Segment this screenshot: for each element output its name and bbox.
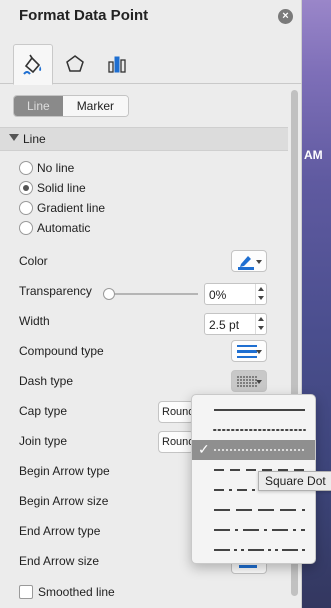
color-label: Color bbox=[19, 254, 48, 268]
dash-option-long-dash-dot-dot[interactable] bbox=[192, 540, 315, 560]
dash-type-label: Dash type bbox=[19, 374, 74, 388]
arrow-down-icon[interactable] bbox=[258, 326, 264, 330]
radio-dot bbox=[19, 201, 33, 215]
end-arrow-type-label: End Arrow type bbox=[19, 524, 101, 538]
arrow-up-icon[interactable] bbox=[258, 287, 264, 291]
transparency-slider-thumb[interactable] bbox=[103, 288, 115, 300]
join-type-label: Join type bbox=[19, 434, 68, 448]
radio-dot-selected bbox=[19, 181, 33, 195]
chevron-down-icon bbox=[256, 380, 262, 384]
radio-no-line[interactable]: No line bbox=[19, 161, 74, 175]
cap-type-select[interactable]: Round bbox=[158, 401, 194, 423]
chevron-down-icon bbox=[256, 350, 262, 354]
transparency-stepper[interactable]: 0% bbox=[204, 283, 267, 305]
checkmark-icon: ✓ bbox=[198, 441, 210, 457]
fill-line-icon[interactable] bbox=[13, 44, 53, 85]
width-stepper[interactable]: 2.5 pt bbox=[204, 313, 267, 335]
arrow-up-icon[interactable] bbox=[258, 317, 264, 321]
end-arrow-size-label: End Arrow size bbox=[19, 554, 100, 568]
color-picker-button[interactable] bbox=[231, 250, 267, 272]
transparency-slider-track[interactable] bbox=[108, 293, 198, 295]
smoothed-line-checkbox[interactable]: Smoothed line bbox=[19, 585, 115, 599]
effects-pentagon-icon[interactable] bbox=[55, 44, 95, 84]
segment-line[interactable]: Line bbox=[14, 96, 63, 116]
radio-label: Gradient line bbox=[37, 201, 106, 215]
section-header-line[interactable]: Line bbox=[0, 127, 288, 151]
collapse-triangle-icon bbox=[9, 134, 19, 141]
dash-option-long-dash-dot[interactable] bbox=[192, 520, 315, 540]
smoothed-line-label: Smoothed line bbox=[38, 585, 115, 599]
radio-gradient-line[interactable]: Gradient line bbox=[19, 201, 105, 215]
width-value: 2.5 pt bbox=[209, 318, 240, 332]
desktop-clock-fragment: AM bbox=[304, 148, 323, 162]
radio-label: Solid line bbox=[37, 181, 86, 195]
dash-option-long-dash[interactable] bbox=[192, 500, 315, 520]
compound-lines-icon bbox=[237, 345, 257, 358]
radio-solid-line[interactable]: Solid line bbox=[19, 181, 86, 195]
segment-marker[interactable]: Marker bbox=[62, 96, 129, 116]
transparency-value: 0% bbox=[209, 288, 227, 302]
dash-option-round-dot[interactable] bbox=[192, 420, 315, 440]
close-icon[interactable]: × bbox=[278, 9, 293, 24]
begin-arrow-type-label: Begin Arrow type bbox=[19, 464, 110, 478]
arrow-down-icon[interactable] bbox=[258, 296, 264, 300]
width-label: Width bbox=[19, 314, 50, 328]
radio-label: No line bbox=[37, 161, 75, 175]
radio-dot bbox=[19, 221, 33, 235]
section-label: Line bbox=[23, 132, 46, 146]
icon-tab-bar bbox=[0, 44, 302, 85]
dash-option-square-dot[interactable]: ✓ bbox=[192, 440, 315, 460]
dash-option-solid[interactable] bbox=[192, 400, 315, 420]
transparency-label: Transparency bbox=[19, 284, 92, 298]
cap-type-label: Cap type bbox=[19, 404, 68, 418]
dash-lines-icon bbox=[237, 376, 257, 387]
pen-icon bbox=[238, 256, 254, 270]
line-marker-segmented-control: Line Marker bbox=[13, 95, 130, 117]
begin-arrow-size-label: Begin Arrow size bbox=[19, 494, 109, 508]
arrow-size-icon bbox=[239, 565, 257, 568]
radio-dot bbox=[19, 161, 33, 175]
radio-automatic[interactable]: Automatic bbox=[19, 221, 90, 235]
dash-type-dropdown[interactable] bbox=[231, 370, 267, 392]
chevron-down-icon bbox=[256, 260, 262, 264]
compound-type-label: Compound type bbox=[19, 344, 104, 358]
pane-title: Format Data Point bbox=[19, 7, 149, 24]
series-options-icon[interactable] bbox=[97, 44, 137, 84]
join-type-select[interactable]: Round bbox=[158, 431, 194, 453]
tooltip: Square Dot bbox=[258, 471, 331, 491]
checkbox-box bbox=[19, 585, 33, 599]
compound-type-dropdown[interactable] bbox=[231, 340, 267, 362]
radio-label: Automatic bbox=[37, 221, 91, 235]
